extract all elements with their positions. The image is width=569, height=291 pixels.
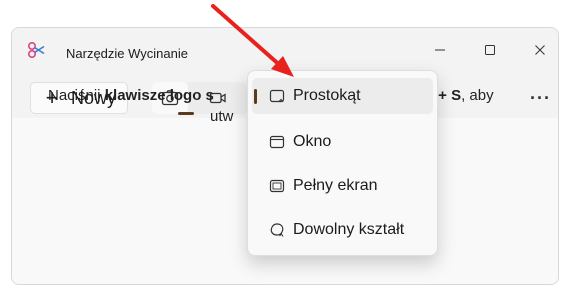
menu-item-label: Okno <box>293 133 332 150</box>
window-snip-icon <box>268 133 286 151</box>
menu-item-window[interactable]: Okno <box>252 124 433 160</box>
menu-item-fullscreen[interactable]: Pełny ekran <box>252 168 433 204</box>
snipping-tool-app-icon <box>27 41 47 59</box>
minimize-button[interactable] <box>420 36 460 64</box>
instruction-suffix: , aby <box>461 87 494 104</box>
fullscreen-snip-icon <box>268 177 286 195</box>
menu-item-rectangle[interactable]: Prostokąt <box>252 78 433 114</box>
minimize-icon <box>435 49 445 51</box>
menu-item-label: Dowolny kształt <box>293 221 405 238</box>
instruction-text-line2: utw <box>210 108 234 125</box>
instruction-text-left: Naciśnij klawisze logo s <box>48 87 214 104</box>
instruction-bold-keys: klawisze logo s <box>104 87 214 104</box>
menu-item-label: Prostokąt <box>293 87 361 104</box>
menu-item-freeform[interactable]: Dowolny kształt <box>252 212 433 248</box>
more-options-button[interactable]: ··· <box>530 88 558 108</box>
snip-mode-dropdown: Prostokąt Okno Pełny ekran Dowolny kszta… <box>247 70 438 256</box>
menu-item-label: Pełny ekran <box>293 177 378 194</box>
close-button[interactable] <box>520 36 558 64</box>
rectangle-snip-icon <box>268 87 286 105</box>
maximize-button[interactable] <box>470 36 510 64</box>
instruction-prefix: Naciśnij <box>48 87 105 104</box>
screenshot-stage: Narzędzie Wycinanie + Nowy ··· Naciśnij … <box>0 0 569 291</box>
freeform-snip-icon <box>268 221 286 239</box>
window-title: Narzędzie Wycinanie <box>66 46 188 61</box>
close-icon <box>535 45 545 55</box>
maximize-icon <box>485 45 495 55</box>
photo-mode-indicator <box>178 112 194 115</box>
title-bar[interactable]: Narzędzie Wycinanie <box>12 28 558 68</box>
selected-indicator <box>254 89 257 104</box>
